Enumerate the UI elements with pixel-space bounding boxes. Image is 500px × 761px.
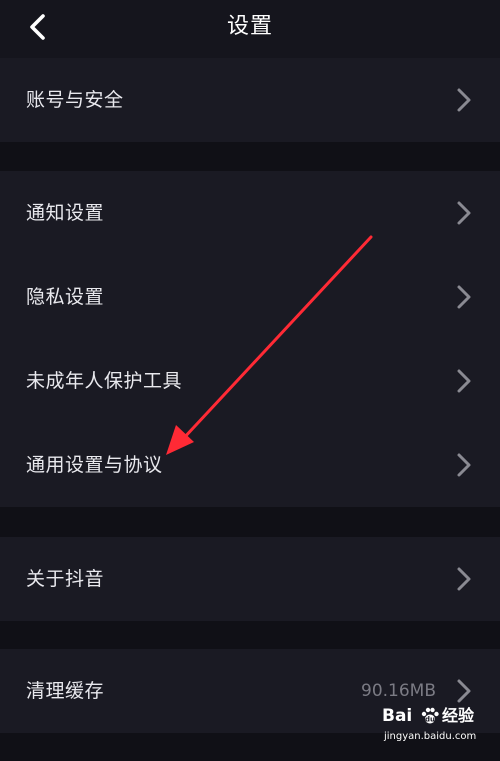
- row-label: 通用设置与协议: [26, 454, 163, 476]
- chevron-right-icon: [457, 679, 471, 703]
- watermark-url: jingyan.baidu.com: [384, 731, 477, 742]
- watermark-product: 经验: [442, 706, 475, 725]
- chevron-right-icon: [457, 453, 471, 477]
- settings-row-minor-protection[interactable]: 未成年人保护工具: [0, 339, 500, 423]
- group-about: 关于抖音: [0, 537, 500, 621]
- page-title: 设置: [226, 14, 273, 39]
- settings-row-general-agreements[interactable]: 通用设置与协议: [0, 423, 500, 507]
- baidu-paw-icon: du: [421, 707, 439, 724]
- settings-row-account-security[interactable]: 账号与安全: [0, 58, 500, 142]
- chevron-right-icon: [457, 88, 471, 112]
- row-label: 未成年人保护工具: [26, 370, 183, 392]
- chevron-right-icon: [457, 567, 471, 591]
- row-label: 清理缓存: [26, 680, 105, 702]
- row-label: 隐私设置: [26, 286, 105, 308]
- row-label: 关于抖音: [26, 568, 105, 590]
- chevron-right-icon: [457, 369, 471, 393]
- group-account: 账号与安全: [0, 58, 500, 142]
- cache-size-value: 90.16MB: [361, 681, 436, 701]
- watermark-brand: Bai: [382, 706, 413, 726]
- top-bar: 设置: [0, 0, 500, 58]
- settings-row-notifications[interactable]: 通知设置: [0, 171, 500, 255]
- chevron-right-icon: [457, 285, 471, 309]
- settings-screen: 设置 账号与安全 通知设置 隐私设置 未成年人保护工具 通用设置与协议 关于抖音…: [0, 0, 500, 761]
- chevron-right-icon: [457, 201, 471, 225]
- row-label: 通知设置: [26, 202, 105, 224]
- row-label: 账号与安全: [26, 89, 124, 111]
- svg-text:du: du: [425, 716, 435, 724]
- settings-row-about[interactable]: 关于抖音: [0, 537, 500, 621]
- group-general: 通知设置 隐私设置 未成年人保护工具 通用设置与协议: [0, 171, 500, 507]
- settings-row-privacy[interactable]: 隐私设置: [0, 255, 500, 339]
- baidu-jingyan-watermark: Bai du 经验 jingyan.baidu.com: [380, 702, 492, 754]
